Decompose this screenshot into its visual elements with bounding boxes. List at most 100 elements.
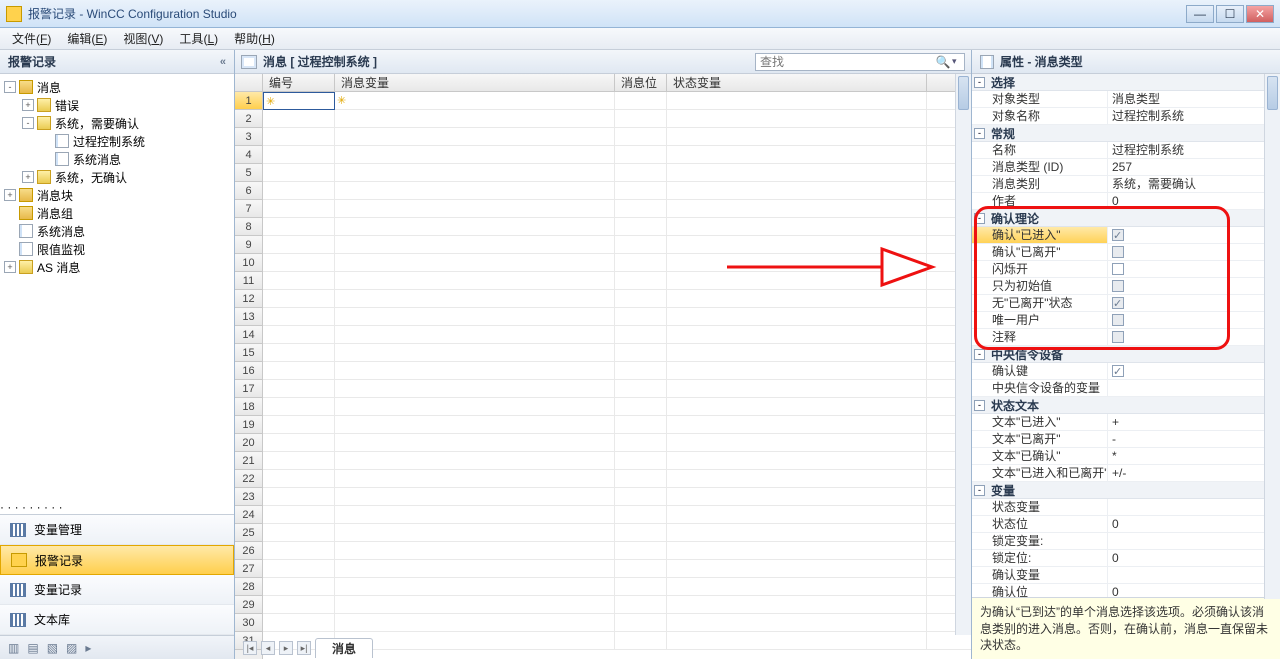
row-header[interactable]: 23 [235,488,262,506]
grid-cell[interactable] [263,560,335,578]
vertical-scrollbar[interactable] [1264,74,1280,599]
grid-cell[interactable] [667,380,927,398]
menu-file[interactable]: 文件(F) [4,28,59,49]
grid-cell[interactable]: ✳ [263,92,335,110]
search-box[interactable]: 🔍 ▾ [755,53,965,71]
toolbar-icon[interactable]: ▸ [85,641,91,655]
grid-row[interactable] [263,470,971,488]
property-group-header[interactable]: -中央信令设备 [972,346,1280,363]
grid-cell[interactable] [615,416,667,434]
tab-nav-next[interactable]: ▸ [279,641,293,655]
row-header[interactable]: 2 [235,110,262,128]
nav-button[interactable]: 变量管理 [0,515,234,545]
grid-cell[interactable] [615,146,667,164]
row-header[interactable]: 11 [235,272,262,290]
grid-cell[interactable] [615,452,667,470]
grid-row[interactable] [263,182,971,200]
row-header[interactable]: 5 [235,164,262,182]
grid-row[interactable] [263,578,971,596]
tree-node[interactable]: +系统，无确认 [0,168,234,186]
grid-cell[interactable] [615,560,667,578]
grid-cell[interactable] [667,542,927,560]
property-value[interactable] [1107,499,1280,515]
grid-cell[interactable] [667,308,927,326]
tree-node[interactable]: -系统，需要确认 [0,114,234,132]
property-row[interactable]: 消息类别系统，需要确认 [972,176,1280,193]
property-value[interactable]: 系统，需要确认 [1107,176,1280,192]
grid-body[interactable]: 编号消息变量消息位状态变量✳✳ [263,74,971,659]
grid-row[interactable] [263,146,971,164]
grid-cell[interactable] [615,596,667,614]
property-row[interactable]: 对象类型消息类型 [972,91,1280,108]
property-value[interactable]: 0 [1107,550,1280,566]
row-header[interactable]: 25 [235,524,262,542]
grid-cell[interactable] [667,596,927,614]
tab-nav-prev[interactable]: ◂ [261,641,275,655]
collapse-icon[interactable]: - [974,349,985,360]
grid-cell[interactable] [263,344,335,362]
row-header[interactable]: 3 [235,128,262,146]
grid-row[interactable] [263,200,971,218]
menu-help[interactable]: 帮助(H) [226,28,283,49]
grid-cell[interactable] [667,614,927,632]
grid-cell[interactable] [263,110,335,128]
tree-node[interactable]: +消息块 [0,186,234,204]
property-group-header[interactable]: -选择 [972,74,1280,91]
sheet-tab[interactable]: 消息 [315,638,373,658]
property-value[interactable]: +/- [1107,465,1280,481]
grid-row[interactable] [263,614,971,632]
expand-icon[interactable]: - [22,117,34,129]
grid-cell[interactable] [615,128,667,146]
grid-cell[interactable] [263,524,335,542]
property-value[interactable] [1107,363,1280,379]
property-value[interactable]: + [1107,414,1280,430]
minimize-button[interactable]: — [1186,5,1214,23]
properties-grid[interactable]: -选择对象类型消息类型对象名称过程控制系统-常规名称过程控制系统消息类型 (ID… [972,74,1280,597]
tree-node[interactable]: 系统消息 [0,150,234,168]
property-value[interactable]: 0 [1107,584,1280,597]
grid-cell[interactable] [335,560,615,578]
grid-cell[interactable] [335,254,615,272]
checkbox[interactable] [1112,229,1124,241]
grid-row[interactable] [263,254,971,272]
grid-cell[interactable] [615,542,667,560]
grid-cell[interactable] [615,506,667,524]
column-header[interactable]: 消息变量 [335,74,615,91]
grid-cell[interactable] [615,218,667,236]
property-row[interactable]: 确认位0 [972,584,1280,597]
property-value[interactable] [1107,567,1280,583]
property-row[interactable]: 中央信令设备的变量 [972,380,1280,397]
property-group-header[interactable]: -确认理论 [972,210,1280,227]
row-header[interactable]: 4 [235,146,262,164]
property-value[interactable]: 过程控制系统 [1107,108,1280,124]
grid-row[interactable] [263,344,971,362]
grid-cell[interactable] [263,614,335,632]
grid-cell[interactable] [263,578,335,596]
menu-edit[interactable]: 编辑(E) [59,28,115,49]
property-group-header[interactable]: -状态文本 [972,397,1280,414]
grid-cell[interactable] [335,362,615,380]
property-row[interactable]: 确认"已进入" [972,227,1280,244]
grid-cell[interactable] [335,290,615,308]
tree-node[interactable]: -消息 [0,78,234,96]
row-header[interactable]: 14 [235,326,262,344]
grid-cell[interactable] [263,398,335,416]
property-value[interactable] [1107,380,1280,396]
grid-cell[interactable] [615,578,667,596]
grid-cell[interactable] [335,578,615,596]
property-row[interactable]: 名称过程控制系统 [972,142,1280,159]
collapse-icon[interactable]: - [974,77,985,88]
grid-cell[interactable] [263,488,335,506]
grid-cell[interactable] [667,470,927,488]
property-value[interactable] [1107,329,1280,345]
grid-cell[interactable] [667,344,927,362]
property-value[interactable]: * [1107,448,1280,464]
grid-cell[interactable] [335,128,615,146]
property-value[interactable] [1107,533,1280,549]
data-grid[interactable]: 1234567891011121314151617181920212223242… [235,74,971,659]
grid-cell[interactable] [667,506,927,524]
property-row[interactable]: 锁定位:0 [972,550,1280,567]
grid-cell[interactable] [667,488,927,506]
tree-node[interactable]: +错误 [0,96,234,114]
row-header[interactable]: 8 [235,218,262,236]
